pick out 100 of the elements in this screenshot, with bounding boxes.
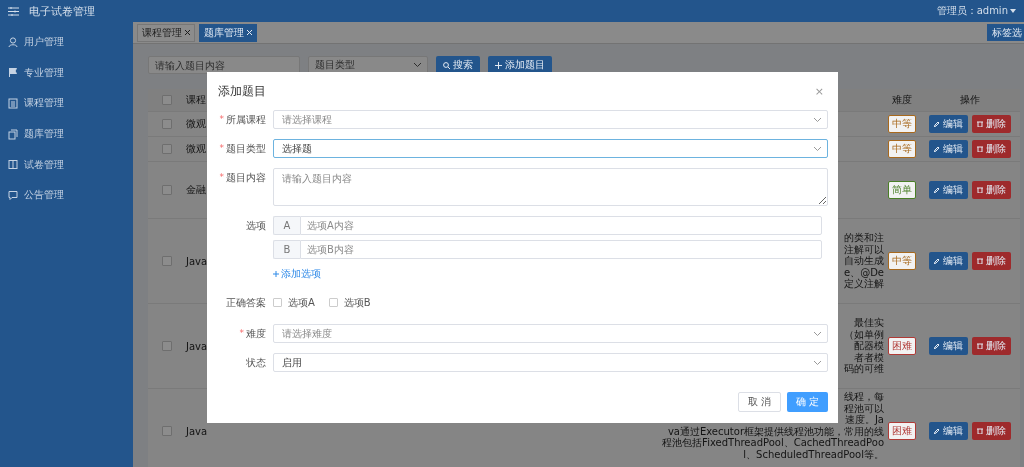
document-icon: [8, 128, 18, 140]
table-cell: 程池可以: [844, 402, 884, 414]
dialog-title: 添加题目: [218, 82, 266, 100]
select-field[interactable]: 启用: [273, 353, 828, 372]
message-icon: [8, 189, 18, 201]
table-cell: 线程，每: [844, 391, 884, 403]
table-cell: 注解可以: [844, 243, 884, 256]
delete-button[interactable]: 删除: [972, 140, 1011, 158]
plus-icon: [273, 271, 279, 277]
difficulty-tag: 简单: [888, 181, 916, 199]
checkbox-label[interactable]: 选项B: [343, 295, 371, 310]
table-cell: 定义注解: [844, 278, 884, 290]
chevron-icon: [414, 63, 421, 67]
sidebar-item[interactable]: 试卷管理: [0, 149, 133, 180]
form-label: 状态: [246, 356, 266, 370]
edit-button[interactable]: 编辑: [929, 252, 968, 270]
pencil-icon: [934, 258, 940, 264]
form-label: 所属课程: [226, 113, 266, 127]
form-label: 难度: [246, 327, 266, 341]
option-field[interactable]: 选项B内容: [300, 240, 822, 259]
sidebar-item[interactable]: 专业管理: [0, 57, 133, 89]
edit-button[interactable]: 编辑: [929, 115, 968, 133]
pencil-icon: [934, 343, 940, 349]
chevron-icon: [814, 146, 821, 151]
select-field[interactable]: 选择题: [273, 139, 828, 158]
delete-button[interactable]: 删除: [972, 337, 1011, 355]
flag-icon: [8, 67, 18, 79]
table-cell: 者者模: [854, 351, 884, 364]
checkbox[interactable]: [162, 256, 172, 266]
table-cell: Java: [186, 255, 208, 267]
difficulty-tag: 困难: [888, 422, 916, 440]
checkbox[interactable]: [162, 341, 172, 351]
table-cell: 配器模: [854, 340, 884, 352]
delete-button[interactable]: 删除: [972, 252, 1011, 270]
checkbox[interactable]: [162, 185, 172, 195]
required-mark: *: [219, 171, 224, 184]
user-icon: [8, 36, 18, 48]
column-header: 难度: [892, 93, 912, 107]
list-icon: [8, 98, 18, 109]
required-mark: *: [239, 327, 244, 340]
form-label: 正确答案: [226, 296, 266, 310]
sidebar-item[interactable]: 题库管理: [0, 118, 133, 150]
sidebar-item[interactable]: 公告管理: [0, 179, 133, 211]
trash-icon: [977, 146, 983, 152]
checkbox[interactable]: [162, 119, 172, 129]
search-icon: [443, 61, 450, 69]
close-icon: [247, 30, 252, 35]
sidebar-item[interactable]: 课程管理: [0, 88, 133, 119]
chevron-icon: [814, 117, 821, 122]
add-option-link[interactable]: 添加选项: [273, 267, 321, 281]
table-cell: 速度。Ja: [844, 414, 884, 426]
table-cell: 的类和注: [844, 232, 884, 244]
chevron-icon: [814, 360, 821, 365]
form-label: 题目内容: [226, 171, 266, 185]
trash-icon: [977, 258, 983, 264]
table-cell: 程池包括FixedThreadPool、CachedThreadPoo: [662, 437, 884, 449]
table-cell: Java: [186, 425, 208, 437]
difficulty-tag: 中等: [888, 252, 916, 270]
pencil-icon: [934, 428, 940, 434]
tab[interactable]: 课程管理: [137, 23, 195, 42]
trash-icon: [977, 343, 983, 349]
table-cell: e、@De: [844, 266, 884, 279]
search-field[interactable]: 请输入题目内容: [148, 56, 300, 74]
user-menu[interactable]: 管理员：admin: [936, 4, 1016, 18]
book-icon: [8, 159, 18, 171]
select-field[interactable]: 请选择难度: [273, 324, 828, 343]
edit-button[interactable]: 编辑: [929, 181, 968, 199]
option-field[interactable]: 选项A内容: [300, 216, 822, 235]
delete-button[interactable]: 删除: [972, 422, 1011, 440]
select-field[interactable]: 请选择课程: [273, 110, 828, 129]
checkbox[interactable]: [162, 95, 172, 105]
cancel-button[interactable]: 取 消: [737, 392, 781, 412]
edit-button[interactable]: 编辑: [929, 422, 968, 440]
required-mark: *: [219, 142, 224, 155]
pencil-icon: [934, 146, 940, 152]
edit-button[interactable]: 编辑: [929, 140, 968, 158]
chevron-icon: [814, 331, 821, 336]
table-cell: va通过Executor框架提供线程池功能，常用的线: [667, 425, 884, 437]
checkbox[interactable]: [162, 426, 172, 436]
trash-icon: [977, 428, 983, 434]
column-header: 操作: [960, 93, 980, 107]
column-header: 课程: [186, 93, 206, 107]
checkbox[interactable]: [162, 144, 172, 154]
table-cell: 微观: [186, 117, 206, 131]
difficulty-tag: 中等: [888, 140, 916, 158]
trash-icon: [977, 121, 983, 127]
menu-icon: [8, 6, 19, 16]
table-cell: l、ScheduledThreadPool等。: [743, 448, 884, 460]
difficulty-tag: 困难: [888, 337, 916, 355]
edit-button[interactable]: 编辑: [929, 337, 968, 355]
delete-button[interactable]: 删除: [972, 181, 1011, 199]
checkbox-label[interactable]: 选项A: [288, 295, 315, 310]
sidebar-item[interactable]: 用户管理: [0, 27, 133, 58]
plus-icon: [495, 61, 502, 69]
delete-button[interactable]: 删除: [972, 115, 1011, 133]
difficulty-tag: 中等: [888, 115, 916, 133]
app-title: 电子试卷管理: [29, 3, 95, 19]
tab-options-button[interactable]: 标签选: [987, 24, 1024, 41]
text-area[interactable]: 请输入题目内容: [273, 168, 828, 206]
tab[interactable]: 题库管理: [199, 23, 257, 42]
